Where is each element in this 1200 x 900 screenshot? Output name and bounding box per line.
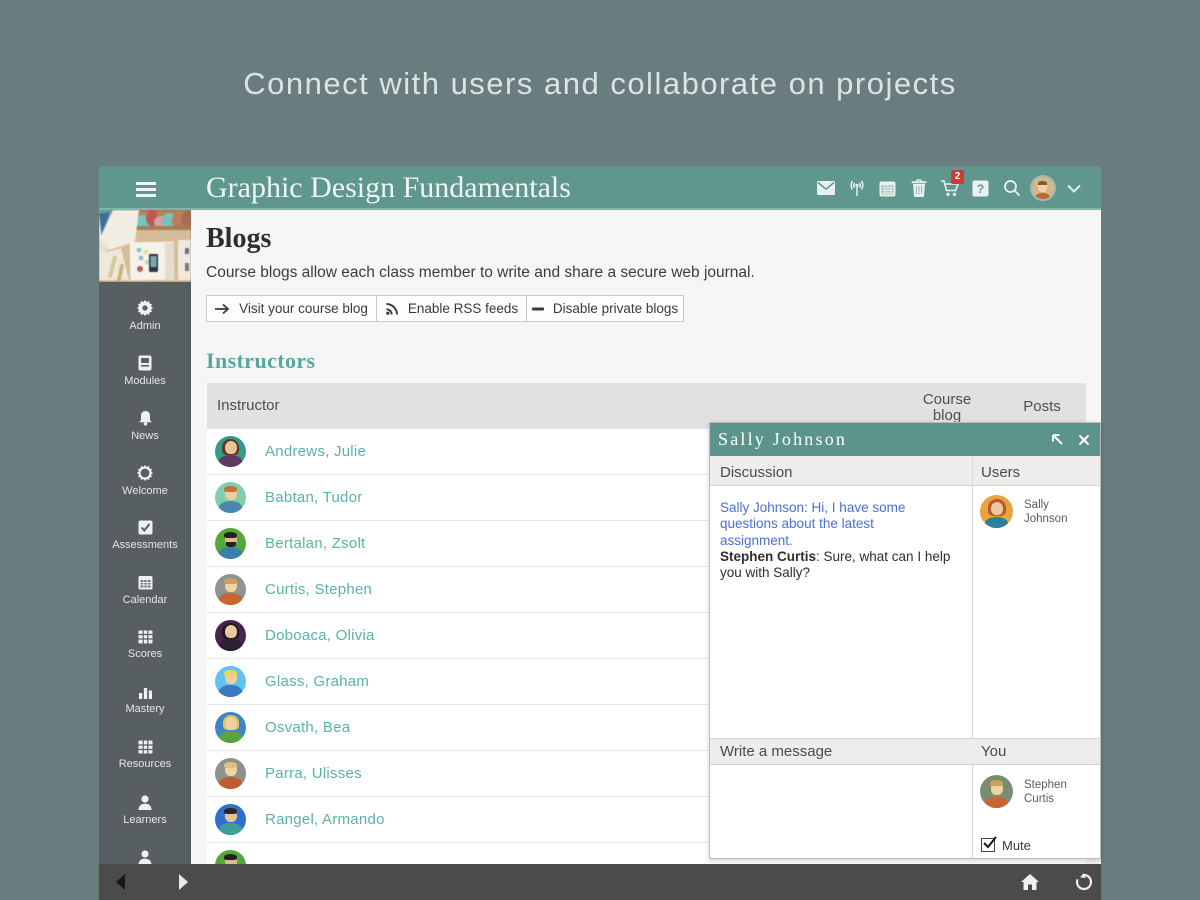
svg-text:?: ? xyxy=(977,181,984,195)
